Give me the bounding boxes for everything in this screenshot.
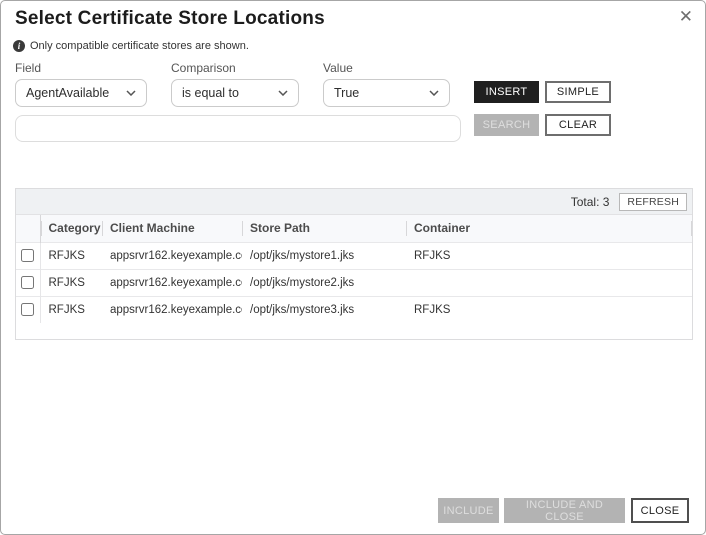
- cell-client-machine: appsrvr162.keyexample.com: [102, 242, 242, 269]
- cell-category: RFJKS: [40, 296, 102, 323]
- cell-store-path: /opt/jks/mystore3.jks: [242, 296, 406, 323]
- column-header-store-path: Store Path: [242, 215, 406, 242]
- chevron-down-icon: [278, 90, 288, 96]
- row-checkbox-cell: [16, 242, 40, 269]
- chevron-down-icon: [429, 90, 439, 96]
- results-table: Category Client Machine Store Path Conta…: [16, 215, 692, 323]
- cell-container: RFJKS: [406, 296, 692, 323]
- row-checkbox-cell: [16, 296, 40, 323]
- results-table-container: Total: 3 REFRESH Category Client Machine…: [15, 188, 693, 340]
- close-button[interactable]: CLOSE: [631, 498, 689, 523]
- cell-category: RFJKS: [40, 269, 102, 296]
- info-message: i Only compatible certificate stores are…: [13, 40, 249, 52]
- cell-store-path: /opt/jks/mystore2.jks: [242, 269, 406, 296]
- search-button[interactable]: SEARCH: [474, 114, 539, 136]
- close-icon[interactable]: ✕: [679, 7, 693, 27]
- select-column-header: [16, 215, 40, 242]
- table-row[interactable]: RFJKS appsrvr162.keyexample.com /opt/jks…: [16, 269, 692, 296]
- field-select-value: AgentAvailable: [26, 86, 109, 100]
- value-select[interactable]: True: [323, 79, 450, 107]
- select-certificate-store-locations-dialog: Select Certificate Store Locations ✕ i O…: [0, 0, 706, 535]
- cell-store-path: /opt/jks/mystore1.jks: [242, 242, 406, 269]
- info-icon: i: [13, 40, 25, 52]
- query-input[interactable]: [15, 115, 461, 142]
- field-label: Field: [15, 61, 147, 75]
- row-checkbox-cell: [16, 269, 40, 296]
- row-checkbox[interactable]: [21, 276, 34, 289]
- filter-group-value: Value True: [323, 61, 450, 107]
- insert-button[interactable]: INSERT: [474, 81, 539, 103]
- refresh-button[interactable]: REFRESH: [619, 193, 687, 211]
- row-checkbox[interactable]: [21, 303, 34, 316]
- comparison-select-value: is equal to: [182, 86, 239, 100]
- column-header-client-machine: Client Machine: [102, 215, 242, 242]
- value-select-value: True: [334, 86, 359, 100]
- chevron-down-icon: [126, 90, 136, 96]
- cell-client-machine: appsrvr162.keyexample.com: [102, 269, 242, 296]
- cell-client-machine: appsrvr162.keyexample.com: [102, 296, 242, 323]
- info-text: Only compatible certificate stores are s…: [30, 40, 249, 52]
- table-row[interactable]: RFJKS appsrvr162.keyexample.com /opt/jks…: [16, 296, 692, 323]
- clear-button[interactable]: CLEAR: [545, 114, 611, 136]
- value-label: Value: [323, 61, 450, 75]
- cell-container: RFJKS: [406, 242, 692, 269]
- field-select[interactable]: AgentAvailable: [15, 79, 147, 107]
- simple-button[interactable]: SIMPLE: [545, 81, 611, 103]
- filter-group-comparison: Comparison is equal to: [171, 61, 299, 107]
- column-header-category: Category: [40, 215, 102, 242]
- cell-category: RFJKS: [40, 242, 102, 269]
- include-button[interactable]: INCLUDE: [438, 498, 499, 523]
- table-toolbar: Total: 3 REFRESH: [16, 189, 692, 215]
- filter-group-field: Field AgentAvailable: [15, 61, 147, 107]
- table-header-row: Category Client Machine Store Path Conta…: [16, 215, 692, 242]
- cell-container: [406, 269, 692, 296]
- table-row[interactable]: RFJKS appsrvr162.keyexample.com /opt/jks…: [16, 242, 692, 269]
- include-and-close-button[interactable]: INCLUDE AND CLOSE: [504, 498, 625, 523]
- total-count: Total: 3: [571, 195, 610, 209]
- comparison-select[interactable]: is equal to: [171, 79, 299, 107]
- page-title: Select Certificate Store Locations: [15, 8, 325, 30]
- column-header-container: Container: [406, 215, 692, 242]
- row-checkbox[interactable]: [21, 249, 34, 262]
- comparison-label: Comparison: [171, 61, 299, 75]
